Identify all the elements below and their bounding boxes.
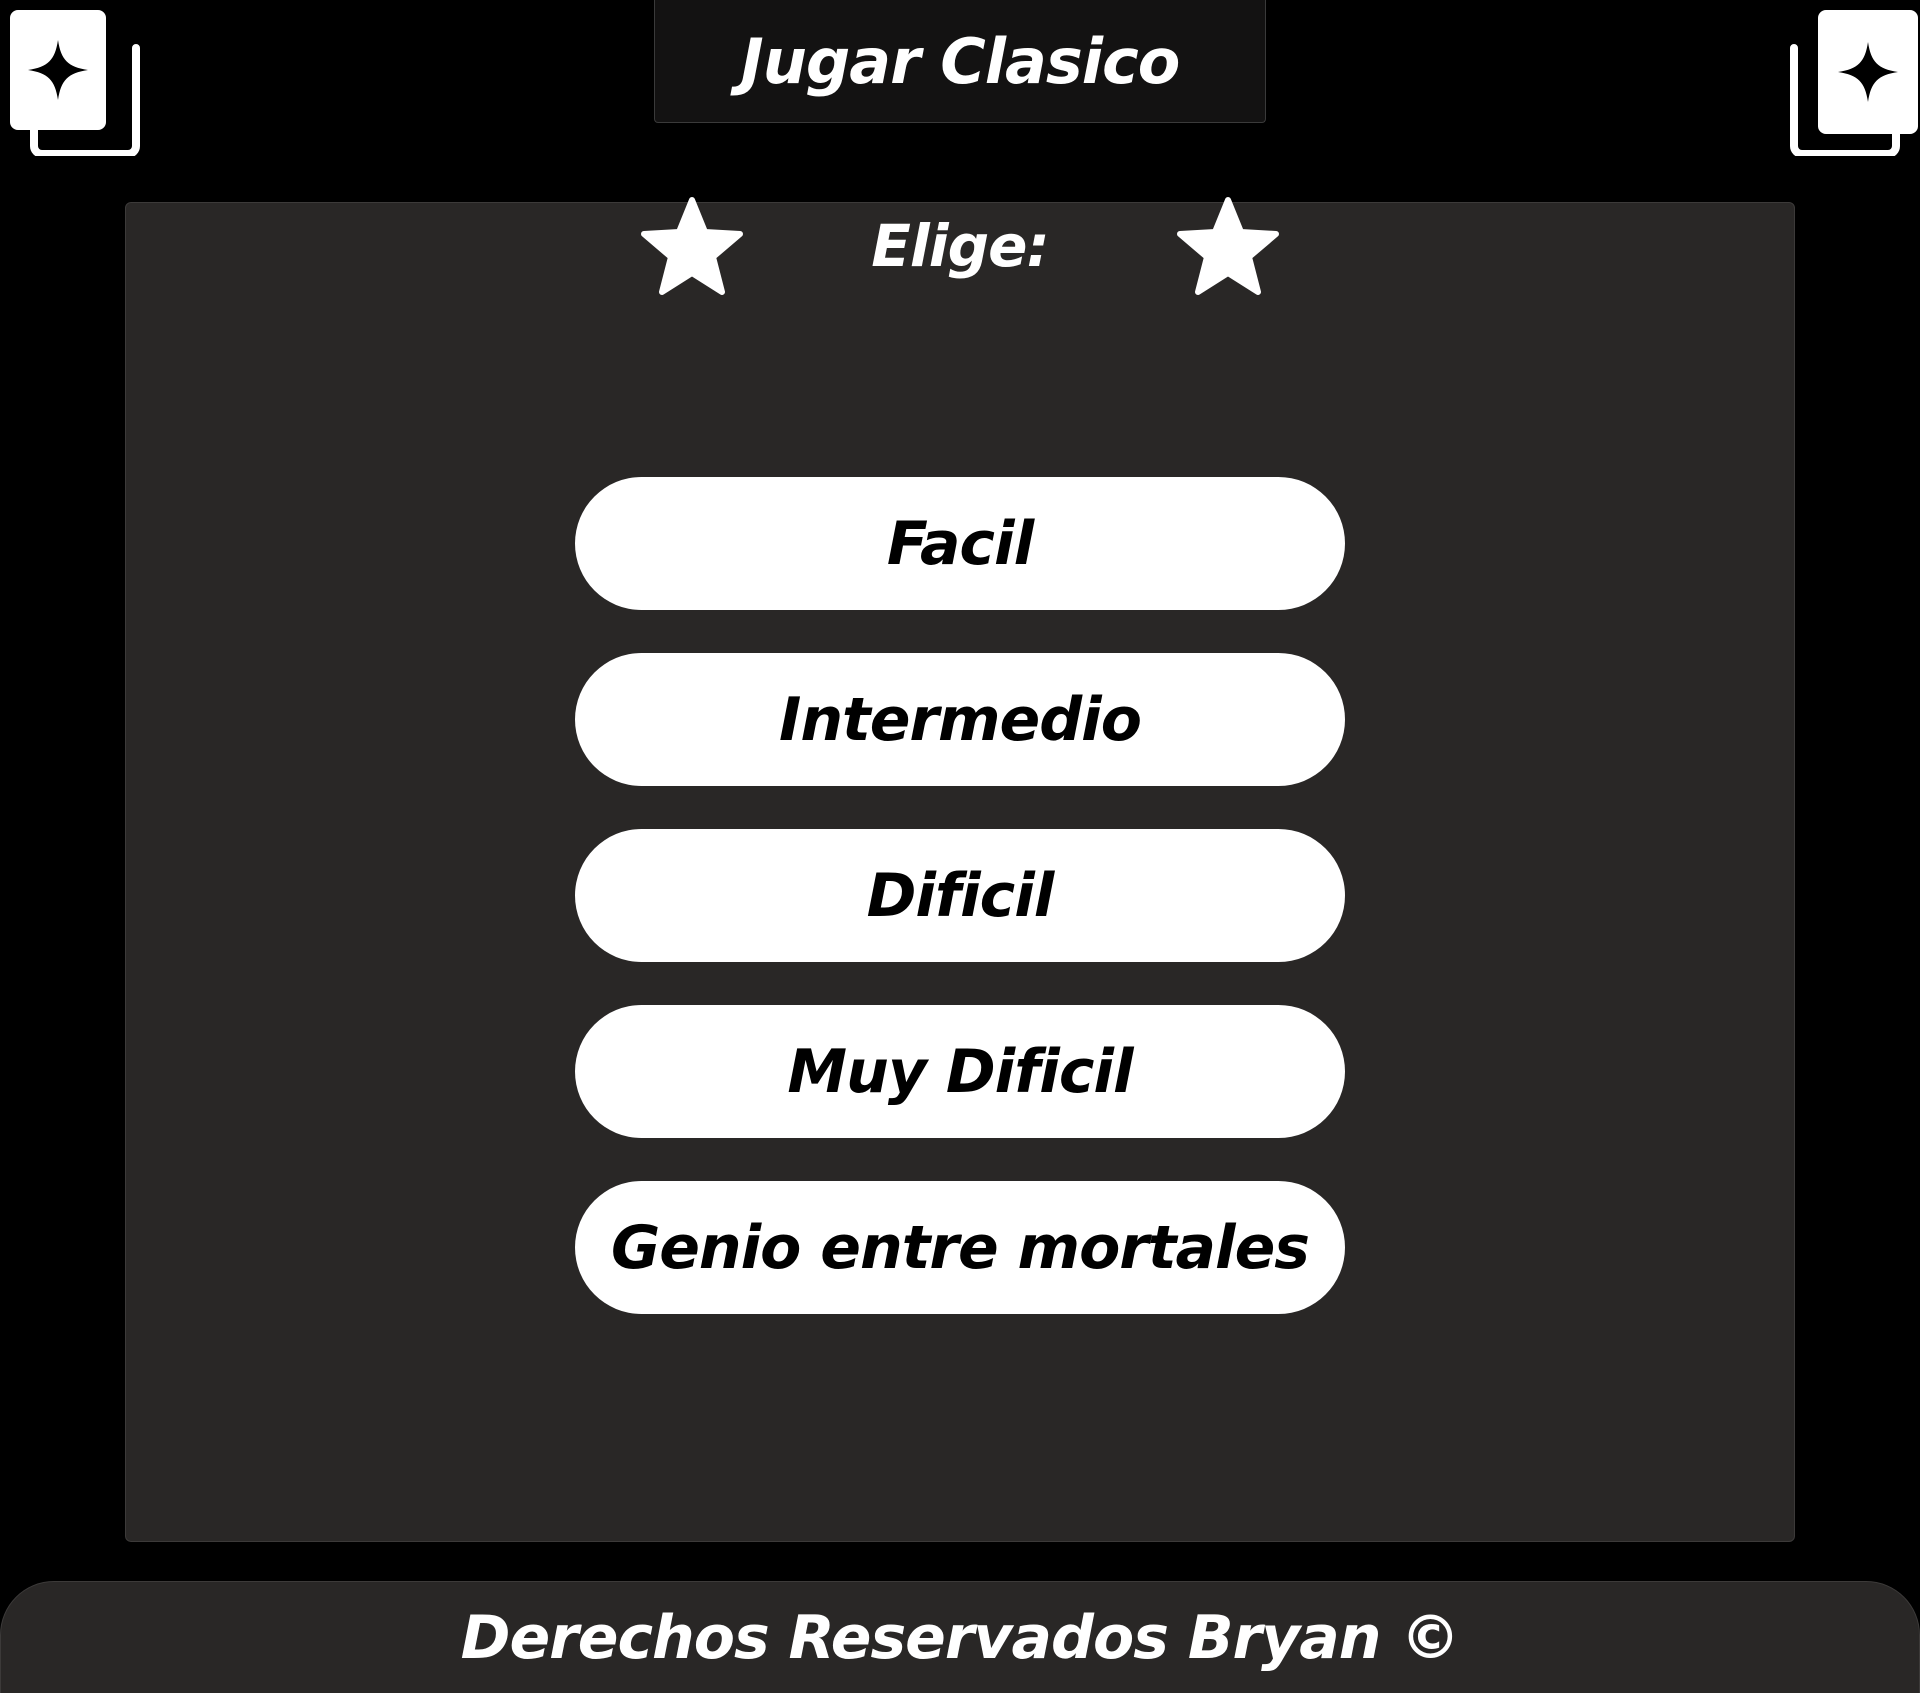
star-icon xyxy=(1176,196,1280,296)
difficulty-facil-button[interactable]: Facil xyxy=(575,477,1345,610)
difficulty-intermedio-button[interactable]: Intermedio xyxy=(575,653,1345,786)
choose-prompt: Elige: xyxy=(871,212,1049,280)
difficulty-dificil-button[interactable]: Dificil xyxy=(575,829,1345,962)
page-title: Jugar Clasico xyxy=(740,24,1181,98)
cards-icon xyxy=(1790,8,1920,158)
difficulty-muy-dificil-button[interactable]: Muy Dificil xyxy=(575,1005,1345,1138)
difficulty-genio-button[interactable]: Genio entre mortales xyxy=(575,1181,1345,1314)
copyright-text: Derechos Reservados Bryan © xyxy=(460,1602,1461,1673)
footer: Derechos Reservados Bryan © xyxy=(0,1581,1920,1693)
cards-icon xyxy=(8,8,140,158)
star-icon xyxy=(640,196,744,296)
difficulty-options: Facil Intermedio Dificil Muy Dificil Gen… xyxy=(575,477,1345,1357)
title-box: Jugar Clasico xyxy=(654,0,1266,123)
